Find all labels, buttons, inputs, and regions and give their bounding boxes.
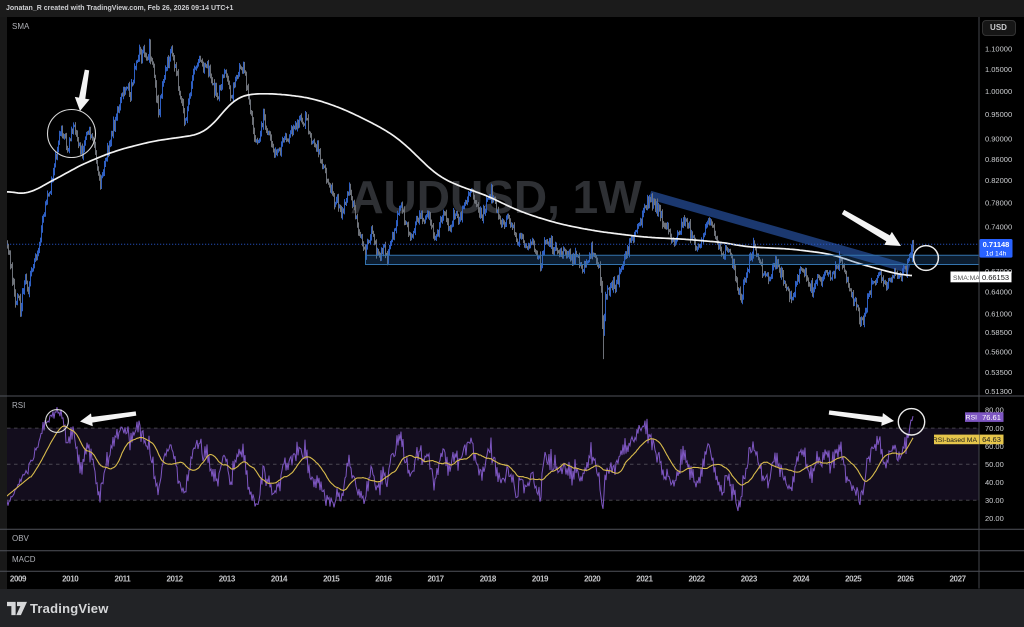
svg-text:0.95000: 0.95000 — [985, 110, 1012, 119]
svg-text:0.82000: 0.82000 — [985, 176, 1012, 185]
svg-text:0.71148: 0.71148 — [983, 240, 1010, 249]
svg-text:2022: 2022 — [688, 575, 705, 584]
svg-text:20.00: 20.00 — [985, 514, 1004, 523]
svg-text:2016: 2016 — [375, 575, 392, 584]
svg-text:2021: 2021 — [636, 575, 653, 584]
svg-text:2014: 2014 — [271, 575, 288, 584]
svg-text:AUDUSD, 1W: AUDUSD, 1W — [350, 171, 642, 223]
svg-text:2017: 2017 — [427, 575, 444, 584]
svg-text:1.00000: 1.00000 — [985, 87, 1012, 96]
svg-text:2012: 2012 — [166, 575, 183, 584]
svg-text:RSI: RSI — [12, 401, 25, 410]
svg-text:70.00: 70.00 — [985, 424, 1004, 433]
svg-text:1.05000: 1.05000 — [985, 65, 1012, 74]
svg-text:SMA:MA: SMA:MA — [953, 275, 980, 282]
svg-text:30.00: 30.00 — [985, 496, 1004, 505]
svg-text:2018: 2018 — [480, 575, 497, 584]
svg-text:0.56000: 0.56000 — [985, 348, 1012, 357]
svg-text:0.51300: 0.51300 — [985, 387, 1012, 396]
svg-text:2024: 2024 — [793, 575, 810, 584]
svg-text:2010: 2010 — [62, 575, 79, 584]
svg-text:0.86000: 0.86000 — [985, 155, 1012, 164]
svg-text:2015: 2015 — [323, 575, 340, 584]
svg-text:0.61000: 0.61000 — [985, 309, 1012, 318]
svg-text:50.00: 50.00 — [985, 460, 1004, 469]
svg-text:0.78000: 0.78000 — [985, 199, 1012, 208]
svg-text:2013: 2013 — [219, 575, 236, 584]
svg-text:0.74000: 0.74000 — [985, 222, 1012, 231]
svg-text:0.90000: 0.90000 — [985, 134, 1012, 143]
svg-text:0.53500: 0.53500 — [985, 368, 1012, 377]
svg-text:SMA: SMA — [12, 22, 30, 31]
svg-text:64.63: 64.63 — [982, 435, 1001, 444]
svg-text:2011: 2011 — [115, 575, 132, 584]
svg-text:0.64000: 0.64000 — [985, 288, 1012, 297]
svg-text:2025: 2025 — [845, 575, 862, 584]
svg-text:RSI: RSI — [966, 415, 977, 422]
svg-text:RSI-based MA: RSI-based MA — [933, 437, 978, 444]
svg-text:2026: 2026 — [897, 575, 914, 584]
svg-text:2019: 2019 — [532, 575, 549, 584]
svg-text:1.10000: 1.10000 — [985, 44, 1012, 53]
svg-text:40.00: 40.00 — [985, 478, 1004, 487]
svg-text:0.66153: 0.66153 — [982, 273, 1009, 282]
svg-text:2023: 2023 — [741, 575, 758, 584]
svg-text:0.58500: 0.58500 — [985, 328, 1012, 337]
svg-text:2009: 2009 — [10, 575, 27, 584]
svg-text:MACD: MACD — [12, 555, 36, 564]
svg-text:2020: 2020 — [584, 575, 601, 584]
svg-text:OBV: OBV — [12, 534, 30, 543]
svg-text:2027: 2027 — [949, 575, 966, 584]
svg-text:76.61: 76.61 — [982, 413, 1001, 422]
svg-text:1d 14h: 1d 14h — [986, 250, 1007, 257]
